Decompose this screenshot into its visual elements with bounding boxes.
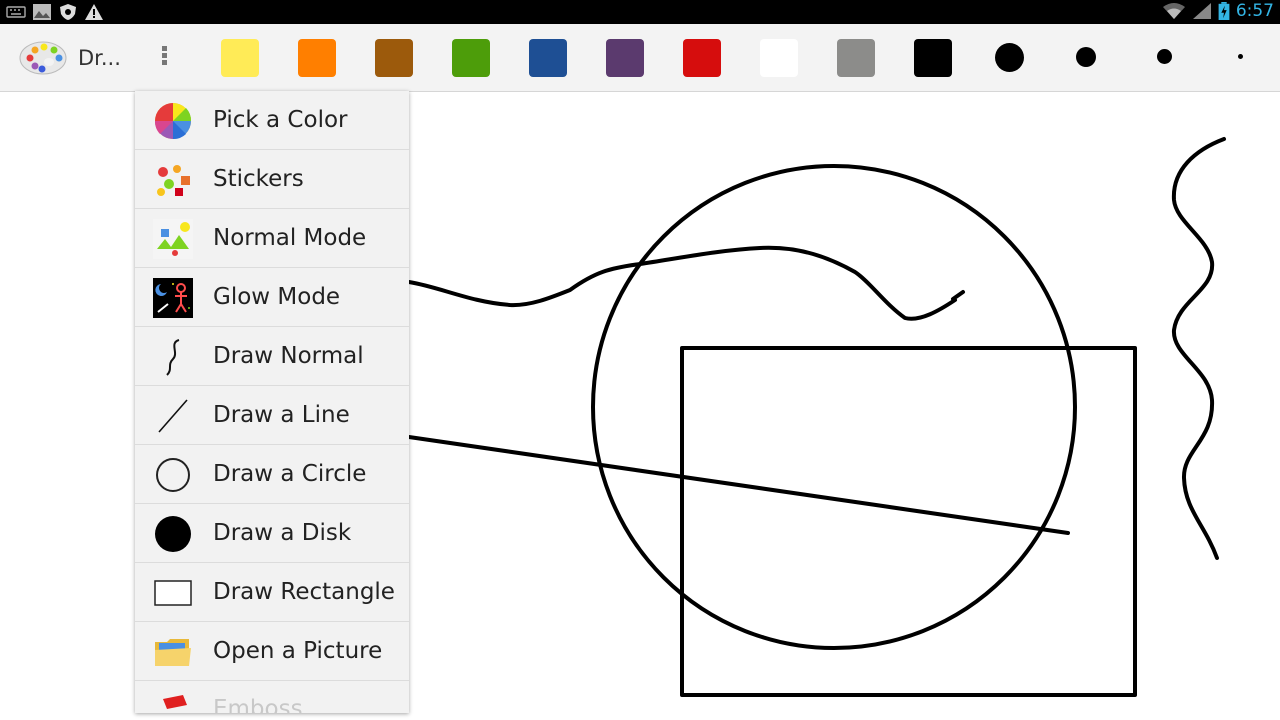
menu-item-normal-mode[interactable]: Normal Mode (135, 209, 409, 268)
app-title: Dr... (78, 46, 121, 70)
color-orange-button[interactable] (298, 39, 336, 77)
action-bar: Dr... (0, 24, 1280, 92)
color-yellow-button[interactable] (221, 39, 259, 77)
overflow-menu: Pick a Color Stickers Normal Mode Glow M… (135, 91, 409, 713)
menu-item-label: Pick a Color (213, 107, 348, 133)
menu-item-label: Draw a Circle (213, 461, 367, 487)
menu-item-draw-a-disk[interactable]: Draw a Disk (135, 504, 409, 563)
menu-item-draw-a-circle[interactable]: Draw a Circle (135, 445, 409, 504)
color-wheel-icon (154, 103, 192, 140)
drawn-circle (591, 164, 1077, 650)
menu-item-label: Glow Mode (213, 284, 341, 310)
image-icon (33, 4, 51, 20)
drawn-rectangle (680, 346, 1137, 697)
menu-item-draw-rectangle[interactable]: Draw Rectangle (135, 563, 409, 622)
menu-item-pick-a-color[interactable]: Pick a Color (135, 91, 409, 150)
drawn-freehand-dash (951, 290, 965, 301)
menu-item-draw-normal[interactable]: Draw Normal (135, 327, 409, 386)
overflow-menu-icon[interactable] (152, 44, 176, 74)
palette-icon[interactable] (18, 38, 68, 78)
glow-mode-icon (153, 278, 193, 318)
menu-item-open-a-picture[interactable]: Open a Picture (135, 622, 409, 681)
color-black-button[interactable] (914, 39, 952, 77)
drawn-freehand-stroke (407, 245, 957, 321)
color-purple-button[interactable] (606, 39, 644, 77)
stickers-icon (157, 165, 190, 196)
battery-icon (1218, 2, 1230, 20)
menu-item-label: Stickers (213, 166, 304, 192)
menu-item-label: Draw Normal (213, 343, 364, 369)
drawn-wavy-stroke (1171, 137, 1226, 560)
menu-item-label: Normal Mode (213, 225, 367, 251)
clock: 6:57 (1235, 1, 1274, 21)
line-icon (158, 399, 188, 433)
color-green-button[interactable] (452, 39, 490, 77)
menu-item-stickers[interactable]: Stickers (135, 150, 409, 209)
menu-item-label: Draw a Line (213, 402, 350, 428)
menu-item-label: Emboss (213, 696, 303, 713)
brush-size-large-button[interactable] (1076, 47, 1096, 67)
menu-item-label: Draw Rectangle (213, 579, 395, 605)
rectangle-icon (154, 580, 192, 606)
color-red-button[interactable] (683, 39, 721, 77)
freehand-icon (166, 339, 180, 376)
color-white-button[interactable] (760, 39, 798, 77)
brush-size-small-button[interactable] (1238, 54, 1243, 59)
menu-item-label: Open a Picture (213, 638, 383, 664)
circle-icon (156, 458, 190, 492)
keyboard-icon (6, 6, 26, 18)
disk-icon (155, 516, 191, 552)
folder-icon (155, 639, 191, 666)
normal-mode-icon (153, 219, 193, 259)
menu-item-label: Draw a Disk (213, 520, 352, 546)
signal-icon (1192, 3, 1211, 19)
warning-icon (85, 4, 103, 20)
emboss-icon (163, 695, 187, 709)
status-bar: 6:57 (0, 0, 1280, 24)
menu-item-draw-a-line[interactable]: Draw a Line (135, 386, 409, 445)
menu-item-glow-mode[interactable]: Glow Mode (135, 268, 409, 327)
menu-item-emboss[interactable]: Emboss (135, 681, 409, 713)
color-brown-button[interactable] (375, 39, 413, 77)
wifi-icon (1162, 3, 1185, 19)
shield-icon (60, 4, 76, 20)
brush-size-medium-button[interactable] (1157, 49, 1172, 64)
color-gray-button[interactable] (837, 39, 875, 77)
brush-size-extra-large-button[interactable] (995, 43, 1024, 72)
drawn-line (407, 435, 1070, 535)
color-blue-button[interactable] (529, 39, 567, 77)
